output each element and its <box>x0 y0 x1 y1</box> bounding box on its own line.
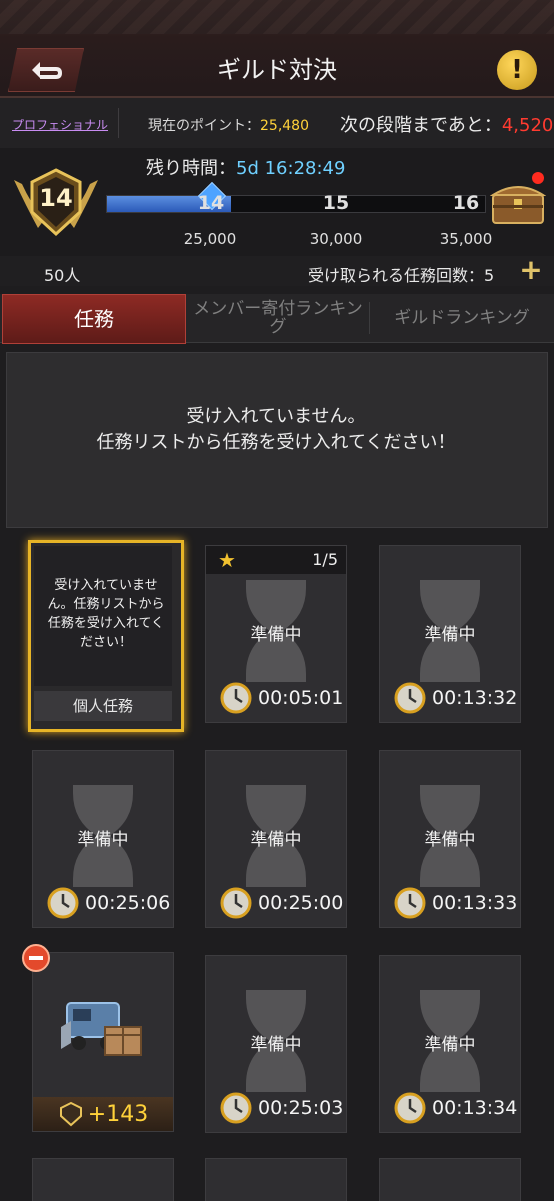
message-line-1: 受け入れていません。 <box>186 406 366 427</box>
task-timer-value: 00:13:32 <box>432 687 518 709</box>
rank-link[interactable]: プロフェショナル <box>12 116 108 133</box>
exclamation-icon: ! <box>511 55 523 85</box>
task-card-6[interactable]: 準備中 00:25:03 <box>205 955 347 1133</box>
level-label-15: 15 <box>322 192 350 214</box>
task-timer-value: 00:05:01 <box>258 687 344 709</box>
task-status: 準備中 <box>250 625 302 645</box>
star-icon: ★ <box>218 548 236 572</box>
reward-value: +143 <box>87 1101 149 1127</box>
task-timer-value: 00:13:34 <box>432 1097 518 1119</box>
info-alert-button[interactable]: ! <box>497 50 537 90</box>
task-timer: 00:05:01 <box>220 682 343 714</box>
task-status: 準備中 <box>424 830 476 850</box>
task-card-5[interactable]: 準備中 00:13:33 <box>379 750 521 928</box>
level-badge-number: 14 <box>39 184 73 212</box>
task-timer-value: 00:25:06 <box>85 892 171 914</box>
task-status: 準備中 <box>250 1035 302 1055</box>
task-card-2[interactable]: 準備中 00:13:32 <box>379 545 521 723</box>
claim-count: 受け取られる任務回数：5 <box>308 266 495 285</box>
divider <box>118 108 119 138</box>
clock-icon <box>220 887 252 919</box>
plus-icon: + <box>519 253 543 286</box>
task-timer: 00:13:32 <box>394 682 517 714</box>
tab-member-donation-ranking-label: メンバー寄付ランキング <box>193 299 363 337</box>
threshold-30000: 30,000 <box>309 230 363 248</box>
tab-missions-label: 任務 <box>74 307 114 331</box>
task-timer: 00:13:34 <box>394 1092 517 1124</box>
next-stage-label: 次の段階まであと： <box>340 115 502 136</box>
clock-icon <box>47 887 79 919</box>
clock-icon <box>394 682 426 714</box>
task-progress-count: 1/5 <box>312 550 338 569</box>
personal-mission-card[interactable]: 受け入れていません。任務リストから任務を受け入れてください！ 個人任務 <box>28 540 184 732</box>
task-status: 準備中 <box>250 830 302 850</box>
task-card-header: ★ 1/5 <box>206 546 346 574</box>
remove-icon[interactable] <box>22 944 50 972</box>
armored-truck-icon <box>61 1002 142 1056</box>
task-timer-value: 00:13:33 <box>432 892 518 914</box>
task-card-1[interactable]: ★ 1/5 準備中 00:05:01 <box>205 545 347 723</box>
guild-shield-icon <box>59 1101 82 1127</box>
back-arrow-icon <box>32 62 62 79</box>
task-timer: 00:25:06 <box>47 887 170 919</box>
personal-card-text: 受け入れていません。任務リストから任務を受け入れてください！ <box>47 578 165 650</box>
task-card-4[interactable]: 準備中 00:25:00 <box>205 750 347 928</box>
tab-guild-ranking-label: ギルドランキング <box>394 308 530 328</box>
task-card-partial[interactable] <box>205 1158 347 1201</box>
task-timer: 00:25:00 <box>220 887 343 919</box>
clock-icon <box>394 1092 426 1124</box>
time-value: 5d 16:28:49 <box>236 158 346 179</box>
time-remaining: 残り時間：5d 16:28:49 <box>146 154 345 180</box>
clock-icon <box>394 887 426 919</box>
points-label: 現在のポイント： <box>148 118 260 134</box>
clock-icon <box>220 1092 252 1124</box>
points-value: 25,480 <box>260 118 309 134</box>
task-card-partial[interactable] <box>32 1158 174 1201</box>
next-stage: 次の段階まであと：4,520 <box>340 111 553 137</box>
tab-member-donation-ranking[interactable]: メンバー寄付ランキング <box>188 294 368 342</box>
task-status: 準備中 <box>77 830 129 850</box>
personal-card-body: 受け入れていません。任務リストから任務を受け入れてください！ <box>34 546 172 686</box>
task-timer: 00:13:33 <box>394 887 517 919</box>
task-timer-value: 00:25:03 <box>258 1097 344 1119</box>
personal-mission-label: 個人任務 <box>34 691 172 721</box>
level-label-16: 16 <box>452 192 480 214</box>
back-button[interactable] <box>8 48 84 92</box>
time-label: 残り時間： <box>146 158 236 179</box>
task-timer: 00:25:03 <box>220 1092 343 1124</box>
tab-missions[interactable]: 任務 <box>2 294 186 344</box>
add-claims-button[interactable]: + <box>518 256 544 284</box>
reward-card[interactable]: +143 <box>32 952 174 1132</box>
level-label-14: 14 <box>197 192 225 214</box>
member-count: 50人 <box>44 266 81 285</box>
task-status: 準備中 <box>424 625 476 645</box>
tab-guild-ranking[interactable]: ギルドランキング <box>372 294 552 342</box>
task-card-7[interactable]: 準備中 00:13:34 <box>379 955 521 1133</box>
next-stage-value: 4,520 <box>501 115 554 136</box>
notification-dot <box>532 172 544 184</box>
reward-row: +143 <box>33 1097 173 1131</box>
threshold-25000: 25,000 <box>183 230 237 248</box>
task-card-3[interactable]: 準備中 00:25:06 <box>32 750 174 928</box>
task-timer-value: 00:25:00 <box>258 892 344 914</box>
task-status: 準備中 <box>424 1035 476 1055</box>
current-points: 現在のポイント：25,480 <box>148 115 309 135</box>
message-line-2: 任務リストから任務を受け入れてください！ <box>96 432 456 453</box>
page-title: ギルド対決 <box>217 56 337 84</box>
tab-divider <box>369 302 370 334</box>
task-card-partial[interactable] <box>379 1158 521 1201</box>
threshold-35000: 35,000 <box>439 230 493 248</box>
clock-icon <box>220 682 252 714</box>
treasure-chest-icon[interactable] <box>490 177 546 225</box>
